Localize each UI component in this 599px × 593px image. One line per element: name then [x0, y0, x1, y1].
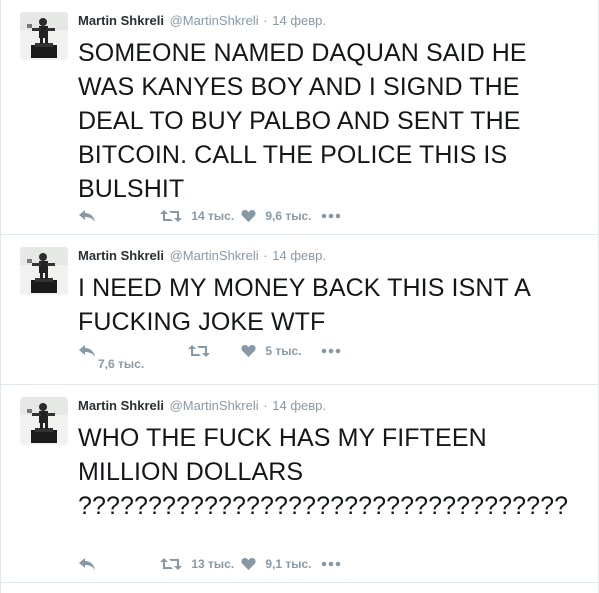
retweet-icon — [160, 209, 182, 222]
tweet-timestamp[interactable]: 14 февр. — [272, 398, 326, 413]
author-name[interactable]: Martin Shkreli — [78, 13, 164, 28]
author-name[interactable]: Martin Shkreli — [78, 248, 164, 263]
tweet-feed: Martin Shkreli @MartinShkreli · 14 февр.… — [0, 0, 599, 593]
retweet-button[interactable]: 14 тыс. — [160, 205, 234, 225]
separator: · — [263, 398, 268, 413]
retweet-icon — [188, 344, 210, 357]
tweet[interactable]: Martin Shkreli @MartinShkreli · 14 февр.… — [1, 385, 598, 583]
reply-arrow-icon — [79, 557, 95, 570]
like-button[interactable]: 5 тыс. — [241, 340, 301, 360]
tweet[interactable]: Martin Shkreli @MartinShkreli · 14 февр.… — [1, 235, 598, 385]
reply-button[interactable] — [78, 553, 96, 573]
retweet-button[interactable]: 13 тыс. — [160, 553, 234, 573]
like-count: 5 тыс. — [265, 343, 302, 358]
avatar[interactable] — [20, 397, 68, 445]
reply-arrow-icon — [79, 344, 95, 357]
more-dots-icon — [321, 213, 341, 219]
avatar[interactable] — [20, 247, 68, 295]
tweet-text: I NEED MY MONEY BACK THIS ISNT A FUCKING… — [78, 274, 530, 336]
more-button[interactable] — [321, 340, 341, 360]
more-dots-icon — [321, 348, 341, 354]
author-handle[interactable]: @MartinShkreli — [170, 398, 259, 413]
tweet-actions: 13 тыс. 9,1 тыс. — [78, 553, 378, 573]
like-button[interactable]: 9,6 тыс. — [241, 205, 312, 225]
retweet-button[interactable] — [188, 340, 210, 360]
reply-arrow-icon — [79, 209, 95, 222]
retweet-icon — [160, 557, 182, 570]
like-button[interactable]: 9,1 тыс. — [241, 553, 312, 573]
retweet-count: 7,6 тыс. — [98, 357, 145, 371]
author-handle[interactable]: @MartinShkreli — [170, 13, 259, 28]
tweet-text: WHO THE FUCK HAS MY FIFTEEN MILLION DOLL… — [78, 424, 569, 520]
heart-icon — [241, 209, 256, 222]
avatar[interactable] — [20, 12, 68, 60]
tweet-header: Martin Shkreli @MartinShkreli · 14 февр. — [78, 247, 326, 265]
heart-icon — [241, 557, 256, 570]
more-button[interactable] — [321, 553, 341, 573]
reply-button[interactable] — [78, 340, 96, 360]
tweet-header: Martin Shkreli @MartinShkreli · 14 февр. — [78, 397, 326, 415]
more-button[interactable] — [321, 205, 341, 225]
tweet-timestamp[interactable]: 14 февр. — [272, 248, 326, 263]
author-handle[interactable]: @MartinShkreli — [170, 248, 259, 263]
tweet[interactable]: Martin Shkreli @MartinShkreli · 14 февр.… — [1, 0, 598, 235]
like-count: 9,6 тыс. — [265, 208, 312, 223]
retweet-count: 13 тыс. — [191, 556, 235, 571]
reply-button[interactable] — [78, 205, 96, 225]
like-count: 9,1 тыс. — [265, 556, 312, 571]
heart-icon — [241, 344, 256, 357]
tweet-header: Martin Shkreli @MartinShkreli · 14 февр. — [78, 12, 326, 30]
tweet-actions: 14 тыс. 9,6 тыс. — [78, 205, 378, 225]
more-dots-icon — [321, 561, 341, 567]
retweet-count: 14 тыс. — [191, 208, 235, 223]
author-name[interactable]: Martin Shkreli — [78, 398, 164, 413]
separator: · — [263, 248, 268, 263]
separator: · — [263, 13, 268, 28]
tweet-timestamp[interactable]: 14 февр. — [272, 13, 326, 28]
tweet-text: SOMEONE NAMED DAQUAN SAID HE WAS KANYES … — [78, 39, 527, 203]
